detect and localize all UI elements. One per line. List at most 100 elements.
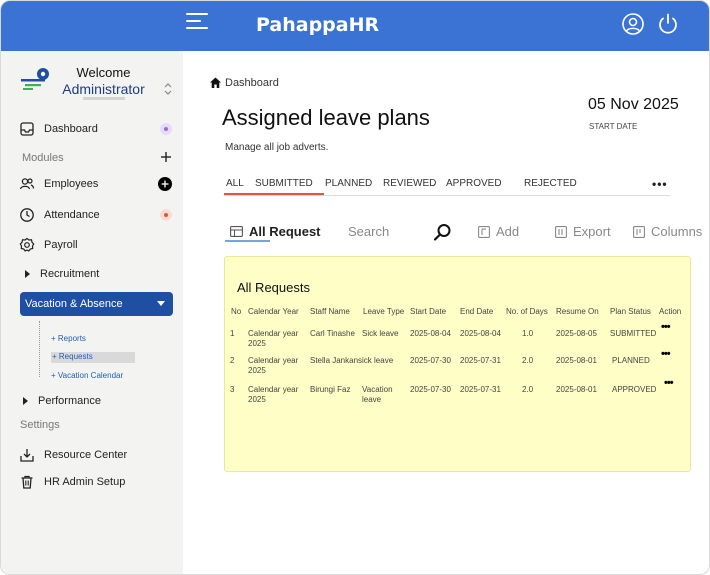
top-bar: PahappaHR [1, 1, 709, 51]
sidebar-item-hr-admin-setup[interactable]: HR Admin Setup [19, 474, 125, 490]
search-icon[interactable] [433, 223, 452, 242]
tab-planned[interactable]: PLANNED [325, 178, 372, 189]
search-input[interactable]: Search [348, 224, 389, 239]
chevron-updown-icon[interactable] [163, 81, 173, 97]
cell-days: 1.0 [522, 329, 534, 338]
sidebar-item-dashboard[interactable]: Dashboard [19, 121, 98, 137]
export-button[interactable]: Export [555, 224, 611, 239]
column-header[interactable]: No. of Days [506, 307, 548, 316]
all-request-tab[interactable]: All Request [230, 224, 321, 239]
subitem-reports[interactable]: + Reports [51, 334, 86, 343]
cell-leave: Vacation [362, 385, 393, 394]
status-tabs: ALL SUBMITTED PLANNED REVIEWED APPROVED … [224, 177, 670, 196]
cell-start: 2025-07-30 [410, 356, 451, 365]
sidebar-item-payroll[interactable]: Payroll [19, 237, 78, 253]
user-role: Administrator [62, 81, 145, 97]
cell-leave: leave [362, 395, 382, 404]
users-icon [19, 178, 35, 190]
logo-icon [21, 68, 49, 90]
cell-year: 2025 [248, 395, 266, 404]
sidebar-item-resource-center[interactable]: Resource Center [19, 447, 127, 463]
cell-end: 2025-08-04 [460, 329, 501, 338]
home-icon [210, 77, 221, 88]
all-request-label: All Request [249, 224, 321, 239]
cell-resume: 2025-08-05 [556, 329, 597, 338]
subitem-vacation-calendar[interactable]: + Vacation Calendar [51, 371, 123, 380]
sidebar-item-recruitment[interactable]: Recruitment [19, 268, 99, 280]
sidebar-item-label: Performance [38, 395, 101, 407]
cell-year: Calendar year [248, 329, 299, 338]
subitem-requests[interactable]: + Requests [51, 352, 135, 363]
columns-button[interactable]: Columns [633, 224, 702, 239]
tab-active-indicator [224, 193, 324, 195]
add-module-icon[interactable] [160, 151, 172, 163]
hamburger-icon[interactable] [186, 13, 210, 33]
column-header[interactable]: End Date [460, 307, 493, 316]
brand-title: PahappaHR [256, 14, 380, 36]
clock-icon [20, 208, 34, 222]
subitem-label: Reports [57, 334, 86, 343]
more-options-icon[interactable]: ••• [652, 177, 668, 191]
column-header[interactable]: Plan Status [610, 307, 651, 316]
welcome-divider [83, 97, 125, 100]
row-action-icon[interactable]: ••• [661, 348, 671, 360]
columns-icon [633, 225, 645, 238]
cell-resume: 2025-08-01 [556, 356, 597, 365]
add-button[interactable]: Add [478, 224, 519, 239]
sidebar-item-label: Resource Center [44, 449, 128, 461]
column-header[interactable]: No [231, 307, 241, 316]
tab-reviewed[interactable]: REVIEWED [383, 178, 436, 189]
cell-start: 2025-07-30 [410, 385, 451, 394]
cell-end: 2025-07-31 [460, 385, 501, 394]
user-circle-icon[interactable] [621, 12, 645, 36]
column-header[interactable]: Action [659, 307, 681, 316]
sidebar-item-label: Payroll [44, 239, 78, 251]
cell-staff: Birungi Faz [310, 385, 351, 394]
employees-add-icon[interactable] [158, 177, 172, 191]
column-header[interactable]: Resume On [556, 307, 599, 316]
settings-label: Settings [20, 419, 60, 431]
column-header[interactable]: Staff Name [310, 307, 350, 316]
dashboard-badge [160, 123, 172, 135]
subitem-label: Requests [58, 352, 93, 361]
subtree-line [39, 321, 49, 377]
cell-year: Calendar year [248, 385, 299, 394]
row-action-icon[interactable]: ••• [661, 321, 671, 333]
row-action-icon[interactable]: ••• [664, 377, 674, 389]
column-header[interactable]: Leave Type [363, 307, 404, 316]
sidebar-item-employees[interactable]: Employees [19, 176, 98, 192]
add-label: Add [496, 224, 520, 239]
sidebar-item-performance[interactable]: Performance [19, 395, 101, 407]
tab-submitted[interactable]: SUBMITTED [255, 178, 313, 189]
sidebar-item-label: Attendance [44, 209, 100, 221]
tab-all[interactable]: ALL [226, 178, 244, 189]
modules-label: Modules [22, 152, 64, 164]
cell-staff: Carl Tinashe [310, 329, 355, 338]
power-icon[interactable] [656, 12, 680, 36]
sidebar-item-label: Recruitment [40, 268, 100, 280]
column-header[interactable]: Calendar Year [248, 307, 299, 316]
cell-resume: 2025-08-01 [556, 385, 597, 394]
cell-status: APPROVED [612, 385, 657, 394]
sidebar-item-label: Employees [44, 178, 99, 190]
trash-icon [21, 475, 33, 489]
subitem-label: Vacation Calendar [57, 371, 124, 380]
sidebar-item-vacation-absence[interactable]: Vacation & Absence [20, 292, 173, 316]
breadcrumb[interactable]: Dashboard [209, 76, 279, 89]
cell-status: SUBMITTED [610, 329, 657, 338]
cell-status: PLANNED [612, 356, 650, 365]
panel-title: All Requests [237, 280, 310, 295]
sidebar-item-label: Dashboard [44, 123, 98, 135]
column-header[interactable]: Start Date [410, 307, 446, 316]
tab-rejected[interactable]: REJECTED [524, 178, 577, 189]
tab-approved[interactable]: APPROVED [446, 178, 502, 189]
cell-year: 2025 [248, 366, 266, 375]
cell-days: 2.0 [522, 356, 534, 365]
sidebar-item-label: HR Admin Setup [44, 476, 126, 488]
cell-staff: Stella Jankansick leave [310, 356, 394, 365]
export-icon [555, 225, 567, 238]
search-placeholder: Search [348, 224, 390, 239]
cell-start: 2025-08-04 [410, 329, 451, 338]
sidebar-item-attendance[interactable]: Attendance [19, 207, 100, 223]
cell-end: 2025-07-31 [460, 356, 501, 365]
